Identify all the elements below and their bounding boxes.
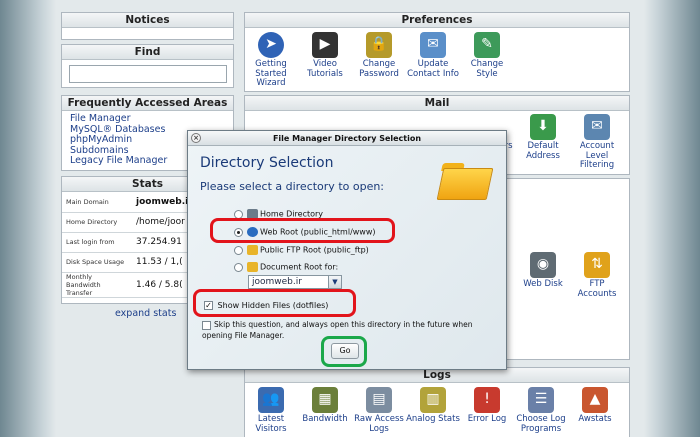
contact-icon: ✉: [420, 32, 446, 58]
option-public-ftp[interactable]: Public FTP Root (public_ftp): [234, 245, 369, 255]
find-title: Find: [62, 45, 233, 60]
expand-stats-link[interactable]: expand stats: [115, 308, 176, 319]
ftp-accounts[interactable]: ⇅ FTP Accounts: [570, 252, 624, 299]
chevron-down-icon[interactable]: ▼: [328, 276, 341, 288]
skip-checkbox[interactable]: [202, 320, 211, 330]
link-file-manager[interactable]: File Manager: [70, 113, 225, 125]
account-level-filtering[interactable]: ✉ Account Level Filtering: [570, 114, 624, 171]
ftp-folder-icon: [247, 245, 258, 255]
find-panel: Find: [61, 44, 234, 88]
dialog-title: File Manager Directory Selection: [272, 134, 422, 143]
analog-icon: ▥: [420, 387, 446, 413]
latest-visitors[interactable]: 👥 Latest Visitors: [244, 387, 298, 434]
visitors-icon: 👥: [258, 387, 284, 413]
folder-icon: [436, 159, 494, 201]
dialog-heading: Directory Selection: [200, 155, 334, 171]
logs-title: Logs: [245, 368, 629, 383]
option-document-root[interactable]: Document Root for:: [234, 262, 338, 272]
change-password[interactable]: 🔒 Change Password: [352, 32, 406, 89]
raw-access-logs[interactable]: ▤ Raw Access Logs: [352, 387, 406, 434]
palette-icon: ✎: [474, 32, 500, 58]
update-contact-info[interactable]: ✉ Update Contact Info: [406, 32, 460, 89]
wizard-icon: ➤: [258, 32, 284, 58]
awstats-icon: ▲: [582, 387, 608, 413]
webroot-highlight: [210, 218, 395, 243]
show-hidden-highlight: [193, 289, 356, 317]
find-input[interactable]: [69, 65, 227, 83]
web-disk-icon: ◉: [530, 252, 556, 278]
bandwidth-icon: ▦: [312, 387, 338, 413]
dialog-titlebar: × File Manager Directory Selection: [188, 131, 506, 146]
raw-logs-icon: ▤: [366, 387, 392, 413]
mail-title: Mail: [245, 96, 629, 111]
video-tutorials[interactable]: ▶ Video Tutorials: [298, 32, 352, 89]
awstats[interactable]: ▲ Awstats: [568, 387, 622, 434]
notices-panel: Notices: [61, 12, 234, 40]
notices-title: Notices: [62, 13, 233, 28]
getting-started-wizard[interactable]: ➤ Getting Started Wizard: [244, 32, 298, 89]
log-programs-icon: ☰: [528, 387, 554, 413]
document-folder-icon: [247, 262, 258, 272]
filter-icon: ✉: [584, 114, 610, 140]
directory-selection-dialog: × File Manager Directory Selection Direc…: [187, 130, 507, 370]
preferences-icons: ➤ Getting Started Wizard ▶ Video Tutoria…: [244, 32, 514, 89]
ftp-icon: ⇅: [584, 252, 610, 278]
mail-icons: ers ⬇ Default Address ✉ Account Level Fi…: [496, 114, 624, 171]
analog-stats[interactable]: ▥ Analog Stats: [406, 387, 460, 434]
default-address[interactable]: ⬇ Default Address: [516, 114, 570, 171]
close-icon[interactable]: ×: [191, 133, 201, 143]
logs-icons: 👥 Latest Visitors ▦ Bandwidth ▤ Raw Acce…: [244, 387, 622, 434]
go-button-highlight: [321, 336, 367, 367]
radio-docroot[interactable]: [234, 262, 243, 272]
preferences-title: Preferences: [245, 13, 629, 28]
files-icons: ◉ Web Disk ⇅ FTP Accounts: [516, 252, 624, 299]
bandwidth[interactable]: ▦ Bandwidth: [298, 387, 352, 434]
default-address-icon: ⬇: [530, 114, 556, 140]
lock-icon: 🔒: [366, 32, 392, 58]
radio-ftp[interactable]: [234, 245, 243, 255]
clapperboard-icon: ▶: [312, 32, 338, 58]
error-log[interactable]: ! Error Log: [460, 387, 514, 434]
web-disk[interactable]: ◉ Web Disk: [516, 252, 570, 299]
error-log-icon: !: [474, 387, 500, 413]
change-style[interactable]: ✎ Change Style: [460, 32, 514, 89]
domain-select[interactable]: joomweb.ir ▼: [248, 275, 342, 289]
choose-log-programs[interactable]: ☰ Choose Log Programs: [514, 387, 568, 434]
frequently-accessed-title: Frequently Accessed Areas: [62, 96, 233, 111]
dialog-prompt: Please select a directory to open:: [200, 180, 385, 193]
